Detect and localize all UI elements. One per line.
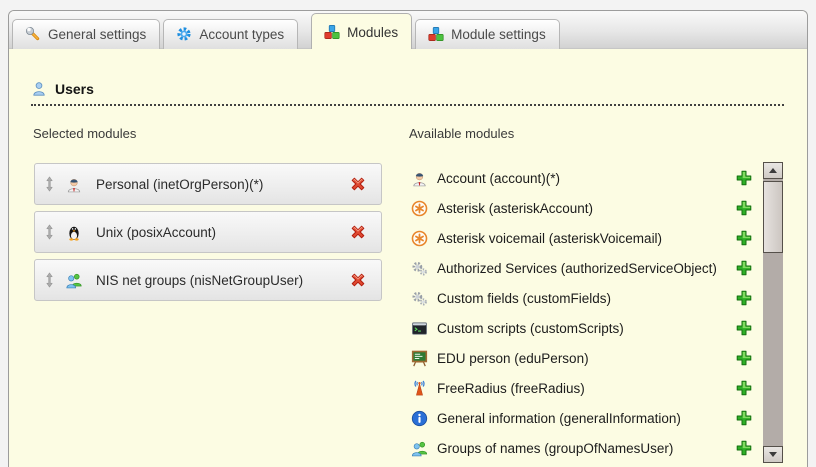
selected-module-unix: Unix (posixAccount) — [34, 211, 382, 253]
module-label: Personal (inetOrgPerson)(*) — [96, 177, 263, 192]
asterisk-icon — [411, 200, 428, 217]
terminal-icon — [411, 320, 428, 337]
personal-icon — [65, 176, 83, 193]
add-icon[interactable] — [736, 170, 752, 186]
scroll-down-icon[interactable] — [763, 446, 783, 463]
available-module-edu-person: EDU person (eduPerson) — [411, 343, 752, 373]
module-label: FreeRadius (freeRadius) — [437, 381, 585, 396]
user-icon — [31, 81, 47, 97]
scroll-down-arrow — [769, 452, 777, 457]
selected-modules-label: Selected modules — [33, 126, 136, 141]
scroll-up-icon[interactable] — [763, 162, 783, 179]
selected-module-personal: Personal (inetOrgPerson)(*) — [34, 163, 382, 205]
users-section-header: Users — [31, 81, 784, 106]
modules-icon — [324, 24, 340, 40]
add-icon[interactable] — [736, 200, 752, 216]
module-label: NIS net groups (nisNetGroupUser) — [96, 273, 303, 288]
tab-modules[interactable]: Modules — [311, 13, 412, 49]
delete-icon[interactable] — [349, 223, 367, 241]
add-icon[interactable] — [736, 380, 752, 396]
page: General settings Account types Modules Modu… — [0, 0, 816, 467]
tab-general-settings[interactable]: General settings — [12, 19, 160, 49]
module-label: EDU person (eduPerson) — [437, 351, 589, 366]
module-label: Custom scripts (customScripts) — [437, 321, 624, 336]
move-icon[interactable] — [45, 224, 54, 240]
delete-icon[interactable] — [349, 175, 367, 193]
available-module-account: Account (account)(*) — [411, 163, 752, 193]
add-icon[interactable] — [736, 230, 752, 246]
available-module-asterisk-voicemail: Asterisk voicemail (asteriskVoicemail) — [411, 223, 752, 253]
module-label: Account (account)(*) — [437, 171, 560, 186]
module-label: General information (generalInformation) — [437, 411, 681, 426]
radio-icon — [411, 380, 428, 397]
add-icon[interactable] — [736, 260, 752, 276]
group-icon — [411, 440, 428, 457]
available-module-asterisk: Asterisk (asteriskAccount) — [411, 193, 752, 223]
personal-icon — [411, 170, 428, 187]
available-module-authorized-services: Authorized Services (authorizedServiceOb… — [411, 253, 752, 283]
gears-icon — [411, 260, 428, 277]
tab-label: Account types — [199, 27, 284, 42]
available-module-general-information: General information (generalInformation) — [411, 403, 752, 433]
info-icon — [411, 410, 428, 427]
module-label: Custom fields (customFields) — [437, 291, 611, 306]
chalkboard-icon — [411, 350, 428, 367]
module-label: Authorized Services (authorizedServiceOb… — [437, 261, 717, 276]
modules-icon — [428, 26, 444, 42]
available-modules-list: Account (account)(*) Asterisk (asteriskA… — [411, 163, 752, 463]
move-icon[interactable] — [45, 272, 54, 288]
available-module-groups-of-names: Groups of names (groupOfNamesUser) — [411, 433, 752, 463]
available-module-custom-scripts: Custom scripts (customScripts) — [411, 313, 752, 343]
scrollbar-thumb[interactable] — [763, 181, 783, 253]
add-icon[interactable] — [736, 290, 752, 306]
tab-module-settings[interactable]: Module settings — [415, 19, 560, 49]
add-icon[interactable] — [736, 410, 752, 426]
add-icon[interactable] — [736, 440, 752, 456]
tab-account-types[interactable]: Account types — [163, 19, 298, 49]
group-icon — [65, 272, 83, 289]
module-label: Unix (posixAccount) — [96, 225, 216, 240]
scroll-up-arrow — [769, 168, 777, 173]
selected-modules-list: Personal (inetOrgPerson)(*) Unix (posixA… — [34, 163, 382, 307]
add-icon[interactable] — [736, 320, 752, 336]
asterisk-icon — [411, 230, 428, 247]
gears-icon — [411, 290, 428, 307]
module-label: Asterisk (asteriskAccount) — [437, 201, 593, 216]
tab-label: Module settings — [451, 27, 546, 42]
available-module-freeradius: FreeRadius (freeRadius) — [411, 373, 752, 403]
module-label: Asterisk voicemail (asteriskVoicemail) — [437, 231, 662, 246]
module-label: Groups of names (groupOfNamesUser) — [437, 441, 673, 456]
tab-bar: General settings Account types Modules Modu… — [9, 11, 807, 49]
wrench-icon — [25, 26, 41, 42]
tab-content-modules: Users Selected modules Available modules… — [9, 49, 807, 467]
tab-label: Modules — [347, 25, 398, 40]
tux-icon — [65, 224, 83, 241]
delete-icon[interactable] — [349, 271, 367, 289]
available-module-custom-fields: Custom fields (customFields) — [411, 283, 752, 313]
add-icon[interactable] — [736, 350, 752, 366]
gear-icon — [176, 26, 192, 42]
move-icon[interactable] — [45, 176, 54, 192]
configuration-widget: General settings Account types Modules Modu… — [8, 10, 808, 467]
selected-module-nis-net-groups: NIS net groups (nisNetGroupUser) — [34, 259, 382, 301]
available-modules-scrollbar[interactable] — [763, 162, 783, 463]
available-modules-label: Available modules — [409, 126, 514, 141]
tab-label: General settings — [48, 27, 146, 42]
section-title: Users — [55, 81, 94, 97]
